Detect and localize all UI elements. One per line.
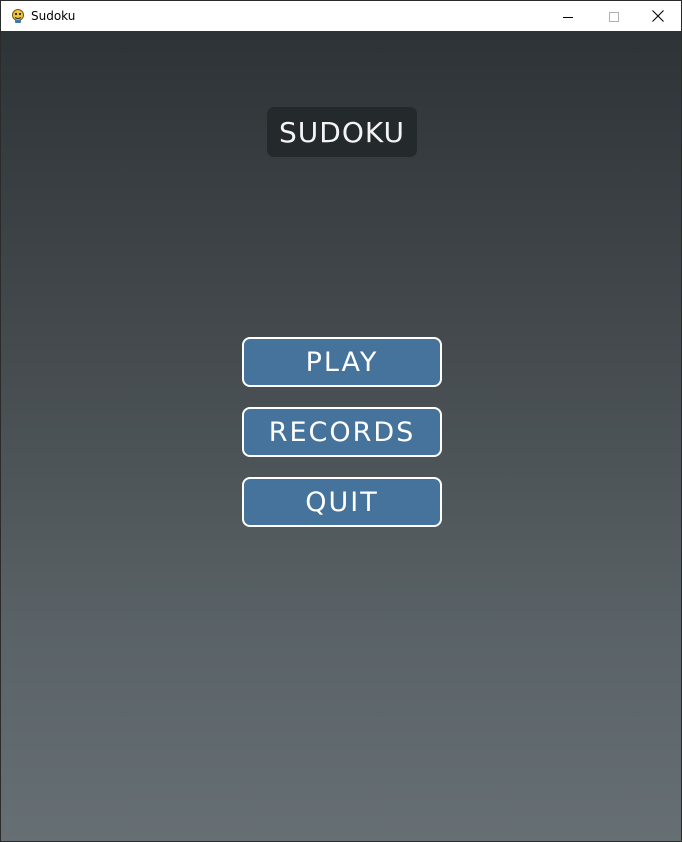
- window-title: Sudoku: [31, 9, 76, 23]
- close-button[interactable]: [635, 1, 681, 31]
- game-title: SUDOKU: [267, 107, 417, 157]
- maximize-button[interactable]: [591, 1, 637, 31]
- python-snake-icon: [10, 8, 26, 24]
- close-icon: [652, 7, 664, 26]
- minimize-icon: [563, 7, 573, 26]
- game-screen: SUDOKU PLAY RECORDS QUIT: [1, 31, 681, 841]
- app-window: Sudoku SUDOKU PLAY RECORDS QUIT: [0, 0, 682, 842]
- minimize-button[interactable]: [545, 1, 591, 31]
- maximize-icon: [609, 7, 619, 26]
- quit-button[interactable]: QUIT: [242, 477, 442, 527]
- play-button[interactable]: PLAY: [242, 337, 442, 387]
- records-button[interactable]: RECORDS: [242, 407, 442, 457]
- title-bar[interactable]: Sudoku: [1, 1, 681, 31]
